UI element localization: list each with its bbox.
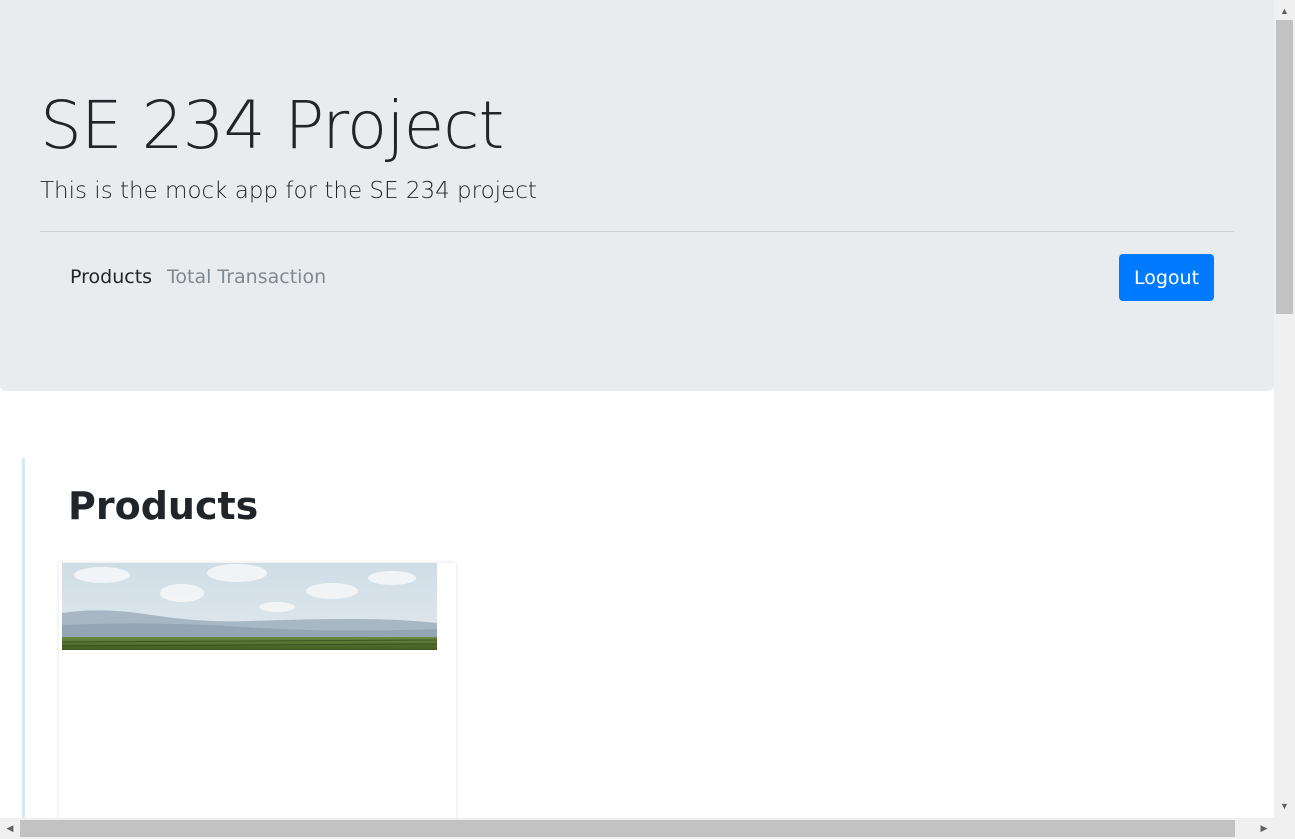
products-heading: Products [68,484,259,528]
scroll-left-arrow-icon[interactable]: ◀ [1,818,19,839]
scroll-up-arrow-icon[interactable]: ▲ [1274,2,1295,20]
vertical-scroll-thumb[interactable] [1276,20,1293,314]
nav-link-products[interactable]: Products [70,266,152,288]
scrollbar-corner [1274,818,1295,839]
page-subtitle: This is the mock app for the SE 234 proj… [40,178,537,204]
horizontal-scroll-thumb[interactable] [20,820,1235,837]
horizontal-scrollbar[interactable]: ◀ ▶ [0,818,1274,839]
scroll-down-arrow-icon[interactable]: ▼ [1274,797,1295,815]
logout-button[interactable]: Logout [1119,254,1214,301]
nav-link-total-transaction[interactable]: Total Transaction [167,266,326,288]
product-card[interactable] [59,563,456,818]
scroll-right-arrow-icon[interactable]: ▶ [1255,818,1273,839]
page-viewport: SE 234 Project This is the mock app for … [0,0,1274,818]
product-image [62,563,437,650]
header-divider [40,231,1234,232]
vertical-scrollbar[interactable]: ▲ ▼ [1274,0,1295,818]
page-title: SE 234 Project [40,87,504,164]
products-section: Products [22,458,1274,818]
jumbotron-header: SE 234 Project This is the mock app for … [0,0,1274,391]
